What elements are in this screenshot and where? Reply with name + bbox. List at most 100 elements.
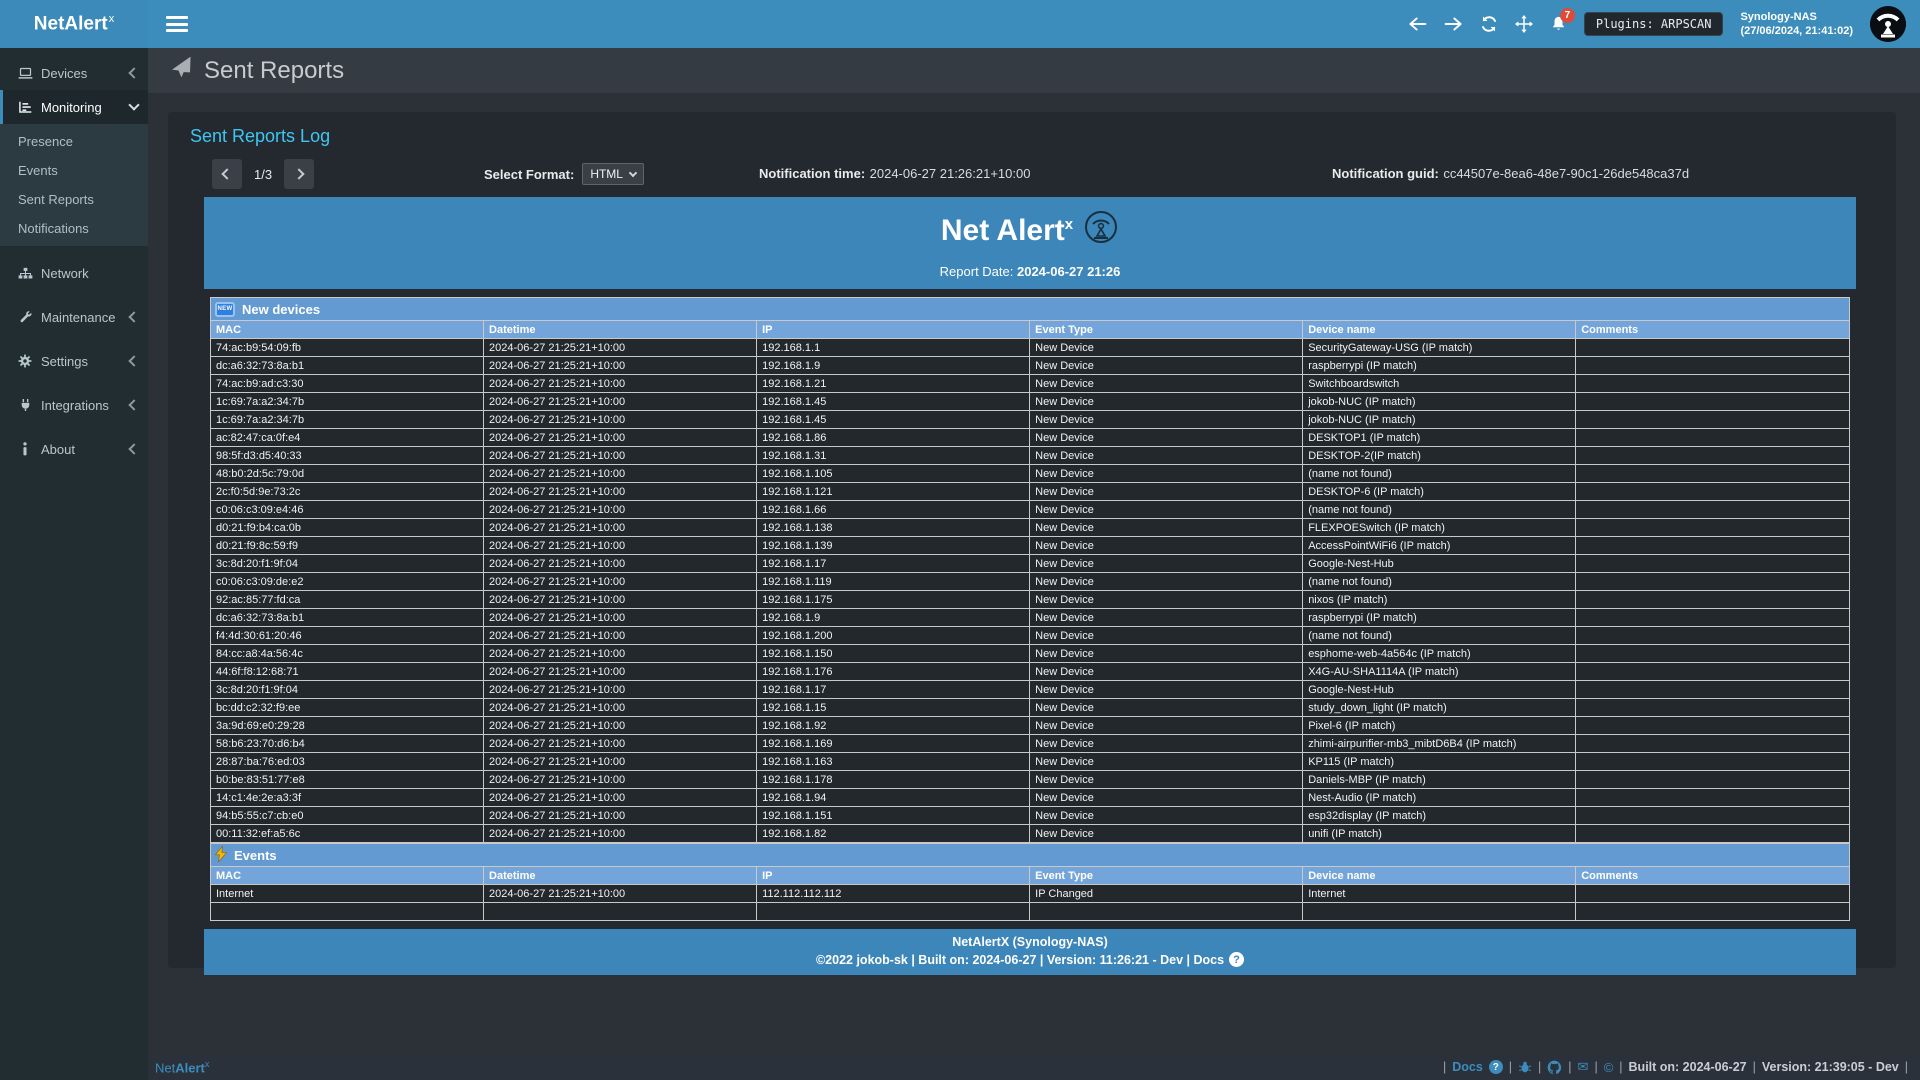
mac-link[interactable]: d0:21:f9:8c:59:f9: [211, 537, 484, 555]
move-arrows-icon[interactable]: [1515, 15, 1533, 33]
docs-link[interactable]: Docs: [1452, 1060, 1483, 1074]
mac-link[interactable]: ac:82:47:ca:0f:e4: [211, 429, 484, 447]
notifications-bell-icon[interactable]: 7: [1550, 15, 1567, 33]
chevron-left-icon: [128, 443, 139, 454]
table-row: b0:be:83:51:77:e82024-06-27 21:25:21+10:…: [211, 771, 1850, 789]
sitemap-icon: [17, 267, 33, 280]
report-controls: 1/3 Select Format: HTML Notification tim…: [184, 159, 1880, 191]
table-cell: 192.168.1.82: [757, 825, 1030, 843]
sidebar-item-notifications[interactable]: Notifications: [0, 214, 148, 243]
mac-link[interactable]: 58:b6:23:70:d6:b4: [211, 735, 484, 753]
table-cell: [1576, 591, 1850, 609]
plugins-status-pill[interactable]: Plugins: ARPSCAN: [1584, 12, 1724, 36]
app-logo[interactable]: NetAlertx: [0, 0, 148, 48]
next-page-button[interactable]: [284, 159, 314, 189]
mac-link[interactable]: b0:be:83:51:77:e8: [211, 771, 484, 789]
table-row: 3a:9d:69:e0:29:282024-06-27 21:25:21+10:…: [211, 717, 1850, 735]
table-cell: 2024-06-27 21:25:21+10:00: [484, 339, 757, 357]
table-cell: 192.168.1.17: [757, 681, 1030, 699]
sidebar-item-events[interactable]: Events: [0, 156, 148, 185]
chevron-left-icon: [128, 399, 139, 410]
sidebar-item-monitoring[interactable]: Monitoring: [0, 90, 148, 124]
box-title-link[interactable]: Sent Reports Log: [190, 126, 1880, 147]
footer-brand-link[interactable]: NetAlertx: [155, 1059, 209, 1075]
mac-link[interactable]: 48:b0:2d:5c:79:0d: [211, 465, 484, 483]
mac-link[interactable]: 74:ac:b9:54:09:fb: [211, 339, 484, 357]
mac-link[interactable]: 14:c1:4e:2e:a3:3f: [211, 789, 484, 807]
table-cell: [1576, 357, 1850, 375]
bug-report-icon[interactable]: [1518, 1060, 1532, 1074]
mac-link[interactable]: dc:a6:32:73:8a:b1: [211, 609, 484, 627]
table-cell: New Device: [1030, 339, 1303, 357]
mac-link[interactable]: 84:cc:a8:4a:56:4c: [211, 645, 484, 663]
back-arrow-icon[interactable]: [1408, 16, 1427, 32]
mac-link[interactable]: 1c:69:7a:a2:34:7b: [211, 411, 484, 429]
mac-link[interactable]: 98:5f:d3:d5:40:33: [211, 447, 484, 465]
sidebar-toggle-icon[interactable]: [166, 16, 188, 32]
gear-icon: [17, 354, 33, 368]
table-row: 3c:8d:20:f1:9f:042024-06-27 21:25:21+10:…: [211, 555, 1850, 573]
prev-page-button[interactable]: [212, 159, 242, 189]
table-cell: 2024-06-27 21:25:21+10:00: [484, 411, 757, 429]
column-header: IP: [757, 321, 1030, 339]
table-cell: New Device: [1030, 681, 1303, 699]
notification-guid-value: cc44507e-8ea6-48e7-90c1-26de548ca37d: [1443, 166, 1689, 181]
mac-link[interactable]: f4:4d:30:61:20:46: [211, 627, 484, 645]
forward-arrow-icon[interactable]: [1444, 16, 1463, 32]
report-preview: Net Alertx Report Date: 2024-06-27 21:26…: [204, 197, 1856, 975]
table-cell: Google-Nest-Hub: [1303, 681, 1576, 699]
mac-link[interactable]: 74:ac:b9:ad:c3:30: [211, 375, 484, 393]
sidebar-item-integrations[interactable]: Integrations: [0, 388, 148, 422]
mac-link[interactable]: 92:ac:85:77:fd:ca: [211, 591, 484, 609]
table-cell: [1576, 501, 1850, 519]
column-header: Device name: [1303, 321, 1576, 339]
sidebar-item-settings[interactable]: Settings: [0, 344, 148, 378]
refresh-icon[interactable]: [1480, 15, 1498, 33]
docs-help-icon[interactable]: ?: [1489, 1060, 1503, 1074]
table-row: 00:11:32:ef:a5:6c2024-06-27 21:25:21+10:…: [211, 825, 1850, 843]
table-cell: 192.168.1.176: [757, 663, 1030, 681]
format-select[interactable]: HTML: [582, 163, 644, 185]
mac-link[interactable]: 3a:9d:69:e0:29:28: [211, 717, 484, 735]
mac-link[interactable]: 3c:8d:20:f1:9f:04: [211, 555, 484, 573]
sidebar-item-devices[interactable]: Devices: [0, 56, 148, 90]
table-cell: 2024-06-27 21:25:21+10:00: [484, 357, 757, 375]
sidebar-item-network[interactable]: Network: [0, 256, 148, 290]
table-row: bc:dd:c2:32:f9:ee2024-06-27 21:25:21+10:…: [211, 699, 1850, 717]
sent-reports-box: Sent Reports Log 1/3 Select Format: HTML…: [168, 112, 1896, 968]
table-cell: 192.168.1.9: [757, 357, 1030, 375]
table-row: 1c:69:7a:a2:34:7b2024-06-27 21:25:21+10:…: [211, 393, 1850, 411]
table-cell: [1576, 645, 1850, 663]
user-avatar[interactable]: [1870, 6, 1906, 42]
mac-link[interactable]: dc:a6:32:73:8a:b1: [211, 357, 484, 375]
github-icon[interactable]: [1547, 1060, 1562, 1075]
mac-link[interactable]: 2c:f0:5d:9e:73:2c: [211, 483, 484, 501]
mac-link[interactable]: 44:6f:f8:12:68:71: [211, 663, 484, 681]
table-row: 44:6f:f8:12:68:712024-06-27 21:25:21+10:…: [211, 663, 1850, 681]
table-cell: 192.168.1.9: [757, 609, 1030, 627]
mac-link[interactable]: 3c:8d:20:f1:9f:04: [211, 681, 484, 699]
table-row: Internet2024-06-27 21:25:21+10:00112.112…: [211, 885, 1850, 903]
notification-count-badge: 7: [1560, 8, 1575, 23]
mac-link[interactable]: c0:06:c3:09:de:e2: [211, 573, 484, 591]
help-question-icon[interactable]: ?: [1229, 952, 1244, 967]
sidebar-item-about[interactable]: About: [0, 432, 148, 466]
sidebar-item-maintenance[interactable]: Maintenance: [0, 300, 148, 334]
table-cell: 2024-06-27 21:25:21+10:00: [484, 645, 757, 663]
mail-icon[interactable]: ✉: [1578, 1059, 1589, 1075]
mac-link[interactable]: 28:87:ba:76:ed:03: [211, 753, 484, 771]
mac-link[interactable]: bc:dd:c2:32:f9:ee: [211, 699, 484, 717]
table-cell: [1576, 771, 1850, 789]
monitoring-chart-icon: [17, 101, 33, 114]
table-row: d0:21:f9:8c:59:f92024-06-27 21:25:21+10:…: [211, 537, 1850, 555]
sidebar-item-sent-reports[interactable]: Sent Reports: [0, 185, 148, 214]
table-cell: New Device: [1030, 501, 1303, 519]
mac-link[interactable]: 1c:69:7a:a2:34:7b: [211, 393, 484, 411]
mac-link[interactable]: 00:11:32:ef:a5:6c: [211, 825, 484, 843]
sidebar-item-presence[interactable]: Presence: [0, 127, 148, 156]
table-row: ac:82:47:ca:0f:e42024-06-27 21:25:21+10:…: [211, 429, 1850, 447]
mac-link[interactable]: 94:b5:55:c7:cb:e0: [211, 807, 484, 825]
table-row: 94:b5:55:c7:cb:e02024-06-27 21:25:21+10:…: [211, 807, 1850, 825]
mac-link[interactable]: d0:21:f9:b4:ca:0b: [211, 519, 484, 537]
mac-link[interactable]: c0:06:c3:09:e4:46: [211, 501, 484, 519]
